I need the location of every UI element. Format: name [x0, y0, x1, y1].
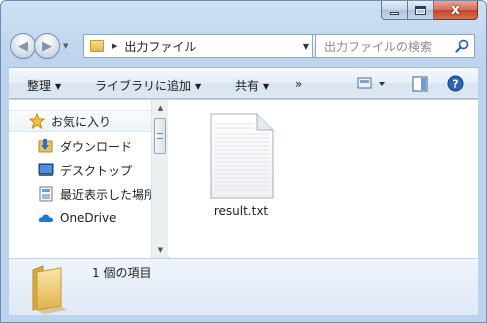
chevron-down-icon: ▼	[263, 82, 270, 91]
change-view-button[interactable]	[357, 77, 387, 94]
sidebar-item-recent-places[interactable]: 最近表示した場所	[38, 183, 151, 205]
scroll-down-arrow-icon[interactable]: ▼	[152, 242, 169, 258]
sidebar-item-label: OneDrive	[60, 211, 117, 225]
main-area: お気に入り ダウンロード デスクトップ 最近表示した場所 OneDrive ▲ …	[9, 100, 478, 258]
search-box[interactable]: 出力ファイルの検索	[315, 34, 475, 58]
more-commands-button[interactable]: »	[295, 77, 302, 91]
sidebar-item-favorites[interactable]: お気に入り	[9, 110, 151, 132]
sidebar-item-onedrive[interactable]: OneDrive	[38, 207, 116, 229]
chevron-down-icon: ▼	[55, 82, 62, 91]
scroll-up-arrow-icon[interactable]: ▲	[152, 100, 169, 116]
back-button[interactable]: ◀	[10, 33, 36, 59]
preview-pane-button[interactable]	[412, 76, 428, 95]
explorer-window: x ◀ ▶ ▼ ▶ 出力ファイル ▼ 出力ファイルの検索 整理 ▼ ライブラリに…	[0, 0, 487, 323]
sidebar-item-label: デスクトップ	[60, 163, 133, 178]
scrollbar-grip-icon	[157, 133, 163, 139]
add-to-library-button[interactable]: ライブラリに追加 ▼	[95, 77, 201, 94]
item-count-label: 1 個の項目	[92, 266, 152, 280]
search-placeholder: 出力ファイルの検索	[324, 39, 433, 54]
minimize-button[interactable]	[381, 1, 408, 20]
sidebar-item-desktop[interactable]: デスクトップ	[38, 159, 132, 181]
help-button[interactable]: ?	[447, 75, 464, 95]
forward-button[interactable]: ▶	[34, 33, 60, 59]
chevron-down-icon: ▼	[195, 82, 202, 91]
share-label: 共有	[235, 79, 260, 93]
navigation-pane-scrollbar[interactable]: ▲ ▼	[151, 100, 168, 258]
close-icon: x	[450, 2, 461, 18]
breadcrumb-current[interactable]: 出力ファイル	[124, 38, 196, 55]
desktop-icon	[38, 162, 54, 178]
svg-text:?: ?	[452, 78, 458, 91]
navigation-pane: お気に入り ダウンロード デスクトップ 最近表示した場所 OneDrive	[9, 100, 151, 258]
sidebar-item-downloads[interactable]: ダウンロード	[38, 135, 132, 157]
help-icon: ?	[447, 75, 464, 92]
sidebar-item-label: ダウンロード	[60, 139, 133, 154]
navigation-bar: ◀ ▶ ▼ ▶ 出力ファイル ▼ 出力ファイルの検索	[9, 33, 478, 59]
details-pane: 1 個の項目	[9, 259, 478, 315]
share-button[interactable]: 共有 ▼	[235, 77, 269, 94]
folder-icon	[90, 40, 104, 52]
address-bar[interactable]: ▶ 出力ファイル ▼	[83, 34, 313, 58]
favorites-star-icon	[29, 113, 45, 129]
forward-arrow-icon: ▶	[42, 38, 52, 54]
breadcrumb-separator-icon[interactable]: ▶	[112, 42, 117, 50]
text-file-icon	[210, 113, 274, 199]
organize-button[interactable]: 整理 ▼	[27, 77, 61, 94]
minimize-icon	[390, 11, 399, 15]
sidebar-item-label: 最近表示した場所	[60, 187, 151, 202]
view-options-icon	[357, 77, 385, 89]
file-name-label: result.txt	[213, 204, 269, 218]
organize-label: 整理	[27, 79, 52, 93]
back-arrow-icon: ◀	[18, 38, 28, 54]
folder-large-icon	[32, 265, 67, 314]
caption-buttons: x	[381, 1, 478, 21]
onedrive-icon	[38, 210, 54, 226]
downloads-icon	[38, 138, 54, 154]
close-button[interactable]: x	[434, 1, 478, 20]
preview-pane-icon	[412, 76, 428, 92]
scrollbar-thumb[interactable]	[154, 118, 166, 154]
sidebar-item-label: お気に入り	[51, 114, 112, 129]
maximize-icon	[415, 5, 426, 15]
recent-places-icon	[38, 186, 54, 202]
command-bar: 整理 ▼ ライブラリに追加 ▼ 共有 ▼ » ?	[9, 67, 478, 99]
file-item[interactable]: result.txt	[196, 112, 286, 218]
recent-pages-dropdown-icon[interactable]: ▼	[63, 42, 68, 50]
search-icon[interactable]	[455, 39, 469, 53]
address-history-dropdown-icon[interactable]: ▼	[303, 42, 309, 51]
add-to-library-label: ライブラリに追加	[95, 79, 192, 93]
file-list: result.txt	[169, 100, 478, 258]
maximize-button[interactable]	[408, 1, 434, 20]
